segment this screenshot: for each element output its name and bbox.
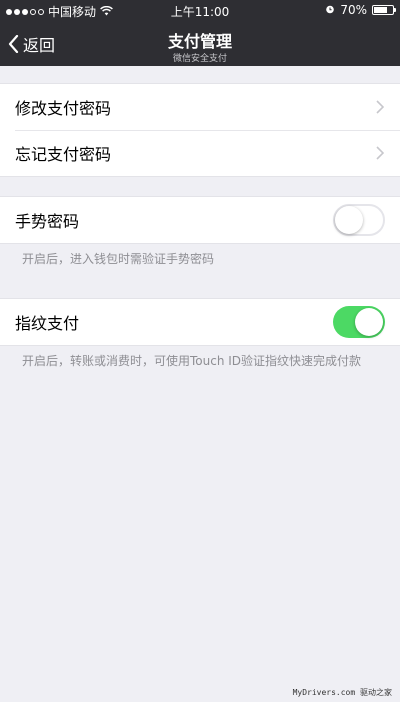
change-payment-password-item[interactable]: 修改支付密码 [0, 84, 400, 130]
toggle-knob [355, 308, 383, 336]
chevron-right-icon [376, 146, 384, 160]
status-bar: 中国移动 上午11:00 70% [0, 0, 400, 22]
gesture-password-hint: 开启后，进入钱包时需验证手势密码 [22, 252, 215, 266]
fingerprint-payment-row: 指纹支付 [0, 299, 400, 345]
fingerprint-payment-hint: 开启后，转账或消费时，可使用Touch ID验证指纹快速完成付款 [22, 354, 362, 368]
battery-icon [372, 5, 396, 15]
chevron-right-icon [376, 100, 384, 114]
change-payment-password-label: 修改支付密码 [15, 99, 112, 118]
watermark: MyDrivers.com 驱动之家 [292, 688, 392, 697]
forgot-payment-password-label: 忘记支付密码 [15, 145, 112, 164]
battery-percent: 70% [340, 3, 367, 17]
page-subtitle: 微信安全支付 [172, 54, 227, 64]
gesture-password-label: 手势密码 [15, 212, 80, 231]
alarm-icon [325, 3, 335, 17]
fingerprint-payment-label: 指纹支付 [15, 314, 80, 333]
fingerprint-payment-group: 指纹支付 [0, 298, 400, 346]
gesture-password-group: 手势密码 [0, 196, 400, 244]
password-settings-group: 修改支付密码 忘记支付密码 [0, 83, 400, 177]
gesture-password-row: 手势密码 [0, 197, 400, 243]
forgot-payment-password-item[interactable]: 忘记支付密码 [0, 130, 400, 176]
fingerprint-payment-toggle[interactable] [333, 306, 385, 338]
status-right: 70% [325, 3, 396, 17]
navigation-bar: 返回 支付管理 微信安全支付 [0, 22, 400, 66]
gesture-password-toggle[interactable] [333, 204, 385, 236]
page-title: 支付管理 [167, 32, 232, 51]
toggle-knob [335, 206, 363, 234]
